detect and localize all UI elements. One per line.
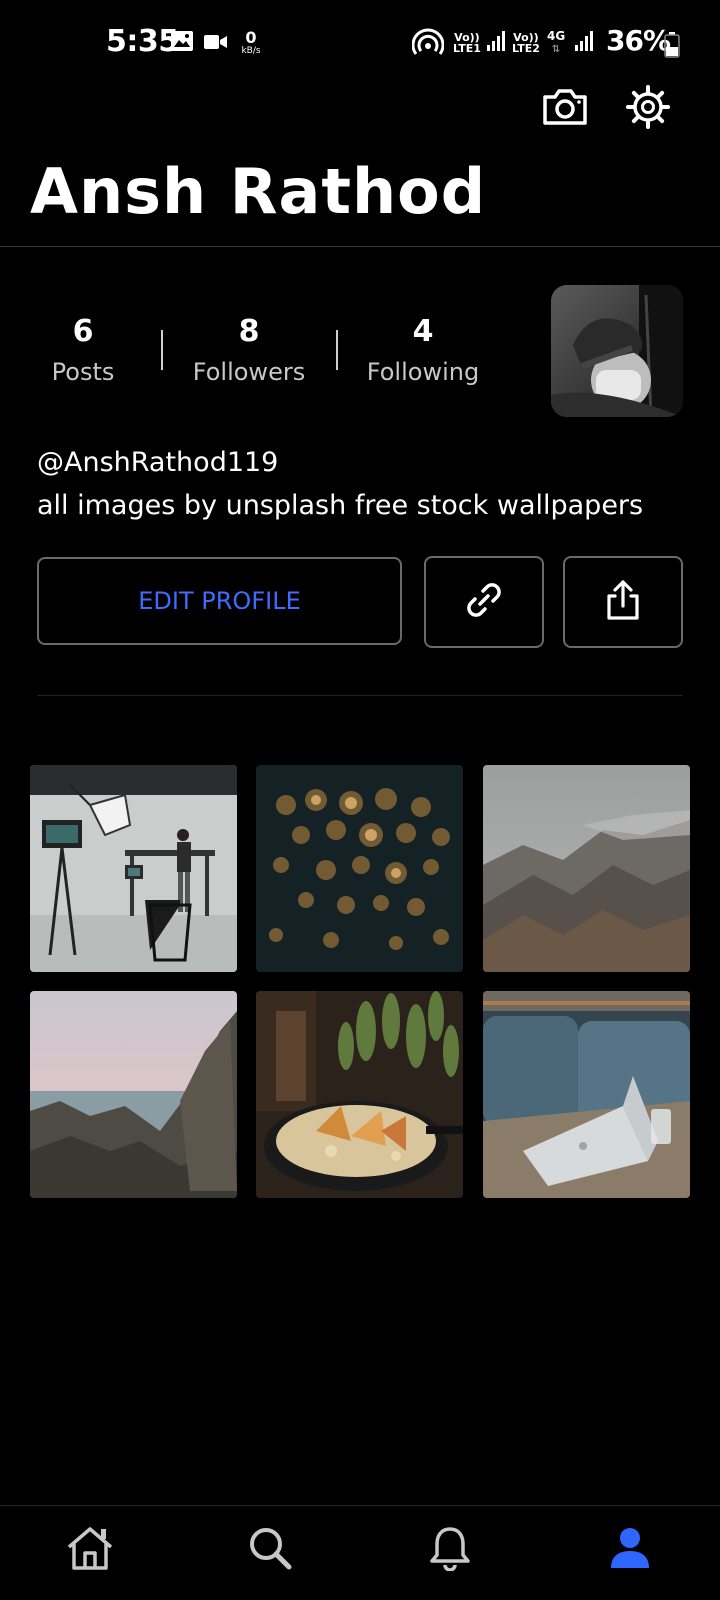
signal-icon: [574, 30, 594, 56]
signal-icon: [486, 30, 506, 56]
network-type: 4G ⇅: [547, 29, 566, 55]
camera-button[interactable]: [537, 81, 593, 137]
bottom-nav-divider: [0, 1505, 720, 1506]
section-divider: [37, 695, 683, 696]
following-label: Following: [366, 358, 480, 386]
post-thumbnail[interactable]: [30, 765, 237, 972]
link-icon: [462, 578, 506, 626]
avatar[interactable]: [551, 285, 683, 417]
network-type-label: 4G: [547, 29, 566, 43]
sim2-label: Vo)) LTE2: [512, 32, 540, 54]
stat-following[interactable]: 4 Following: [358, 312, 488, 386]
status-time: 5:35: [106, 24, 179, 59]
status-bar: 5:35 0 kB/s Vo)) LTE1 Vo)) LTE2 4G ⇅ 36%: [0, 0, 720, 80]
sim1-lte: LTE1: [453, 42, 481, 55]
profile-bio: all images by unsplash free stock wallpa…: [37, 490, 644, 521]
followers-count: 8: [238, 314, 260, 349]
post-thumbnail[interactable]: [483, 765, 690, 972]
header-divider: [0, 246, 720, 247]
settings-button[interactable]: [620, 81, 676, 137]
sim1-label: Vo)) LTE1: [453, 32, 481, 54]
followers-label: Followers: [192, 358, 306, 386]
sim2-lte: LTE2: [512, 42, 540, 55]
bell-icon: [429, 1525, 471, 1575]
nav-profile[interactable]: [600, 1520, 660, 1580]
edit-profile-button[interactable]: EDIT PROFILE: [37, 557, 402, 645]
nav-notifications[interactable]: [420, 1520, 480, 1580]
network-speed: 0 kB/s: [236, 30, 266, 56]
nav-home[interactable]: [60, 1520, 120, 1580]
copy-link-button[interactable]: [424, 556, 544, 648]
gallery-icon: [170, 30, 194, 56]
posts-count: 6: [72, 314, 94, 349]
profile-handle: @AnshRathod119: [37, 447, 279, 478]
home-icon: [65, 1525, 115, 1575]
network-speed-value: 0: [245, 28, 257, 47]
video-camera-icon: [204, 34, 228, 54]
battery-level: 36%: [606, 24, 671, 57]
search-icon: [248, 1526, 292, 1574]
stat-followers[interactable]: 8 Followers: [184, 312, 314, 386]
post-thumbnail[interactable]: [256, 765, 463, 972]
nav-search[interactable]: [240, 1520, 300, 1580]
post-thumbnail[interactable]: [483, 991, 690, 1198]
share-profile-button[interactable]: [563, 556, 683, 648]
profile-name: Ansh Rathod: [30, 155, 487, 228]
battery-icon: [664, 32, 680, 62]
posts-label: Posts: [51, 358, 115, 386]
gear-icon: [625, 84, 671, 134]
stat-posts[interactable]: 6 Posts: [18, 312, 148, 386]
post-thumbnail[interactable]: [30, 991, 237, 1198]
share-icon: [603, 578, 643, 626]
camera-icon: [541, 87, 589, 131]
stat-divider: [161, 330, 163, 370]
following-count: 4: [412, 314, 434, 349]
profile-icon: [609, 1526, 651, 1574]
post-thumbnail[interactable]: [256, 991, 463, 1198]
stat-divider: [336, 330, 338, 370]
network-speed-unit: kB/s: [241, 46, 261, 56]
hotspot-icon: [411, 28, 445, 60]
